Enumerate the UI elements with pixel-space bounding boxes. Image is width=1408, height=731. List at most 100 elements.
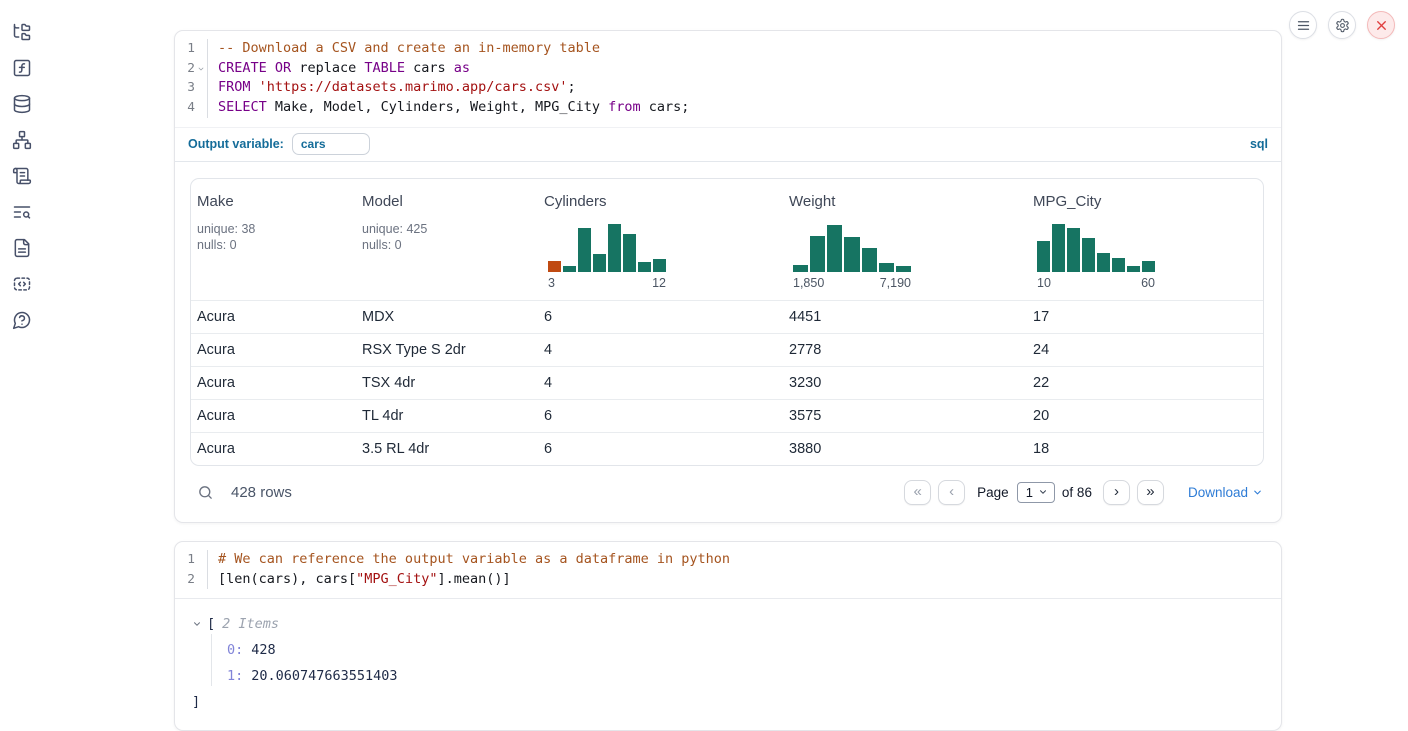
- code-line: 1-- Download a CSV and create an in-memo…: [175, 39, 1281, 59]
- settings-button[interactable]: [1328, 11, 1356, 39]
- language-badge[interactable]: sql: [1250, 137, 1268, 151]
- code-token: as: [454, 60, 470, 76]
- table-output: Make unique: 38nulls: 0 Model unique: 425nu…: [175, 162, 1281, 522]
- code-token: -- Download a CSV and create an in-memor…: [218, 40, 600, 56]
- page-label: Page: [977, 485, 1009, 500]
- histogram-bar: [1082, 238, 1095, 272]
- pagination: « ‹ Page 1 of 86 › » Download: [904, 480, 1263, 505]
- histogram-min-label: 1,850: [793, 276, 824, 290]
- shutdown-button[interactable]: [1367, 11, 1395, 39]
- table-cell: 18: [1027, 441, 1263, 457]
- code-token: 'https://datasets.marimo.app/cars.csv': [259, 79, 568, 95]
- column-header-model[interactable]: Model unique: 425nulls: 0: [356, 179, 538, 300]
- table-row[interactable]: Acura3.5 RL 4dr6388018: [191, 432, 1263, 465]
- table-row[interactable]: AcuraTSX 4dr4323022: [191, 366, 1263, 399]
- histogram-bar: [578, 228, 591, 272]
- json-tree-entry: 1:20.060747663551403: [227, 668, 1265, 684]
- histogram-bar: [1142, 261, 1155, 272]
- table-cell: 20: [1027, 408, 1263, 424]
- open-bracket: [: [207, 614, 215, 634]
- table-cell: 3230: [783, 375, 1027, 391]
- sidebar: [0, 0, 44, 330]
- code-token: cars;: [641, 99, 690, 115]
- fold-slot: [195, 78, 207, 98]
- dependency-graph-icon[interactable]: [12, 130, 32, 150]
- table-cell: Acura: [191, 441, 356, 457]
- last-page-button[interactable]: »: [1137, 480, 1164, 505]
- histogram-bar: [862, 248, 877, 272]
- code-token: replace: [291, 60, 364, 76]
- histogram-bar: [1052, 224, 1065, 272]
- table-cell: 24: [1027, 342, 1263, 358]
- column-name: Model: [362, 193, 538, 210]
- column-histogram: 1060: [1037, 222, 1155, 290]
- histogram-bar: [563, 266, 576, 272]
- table-cell: 6: [538, 408, 783, 424]
- column-name: Weight: [789, 193, 1027, 210]
- download-button[interactable]: Download: [1188, 485, 1263, 500]
- histogram-bar: [593, 254, 606, 272]
- entry-index: 0:: [227, 642, 243, 658]
- code-token: FROM: [218, 79, 251, 95]
- code-snippets-icon[interactable]: [12, 274, 32, 294]
- database-icon[interactable]: [12, 94, 32, 114]
- column-header-cylinders[interactable]: Cylinders312: [538, 179, 783, 300]
- column-stats: unique: 38nulls: 0: [197, 221, 356, 254]
- histogram-bar: [1067, 228, 1080, 272]
- collapse-icon[interactable]: [192, 619, 202, 629]
- chevrons-right-icon: »: [1146, 484, 1154, 499]
- histogram-bar: [1097, 253, 1110, 272]
- code-token: [len(cars), cars[: [218, 571, 356, 587]
- page-select[interactable]: 1: [1017, 482, 1055, 503]
- code-line: 2CREATE OR replace TABLE cars as: [175, 59, 1281, 79]
- table-cell: 6: [538, 309, 783, 325]
- data-table: Make unique: 38nulls: 0 Model unique: 425nu…: [190, 178, 1264, 466]
- table-row[interactable]: AcuraMDX6445117: [191, 300, 1263, 333]
- table-row[interactable]: AcuraTL 4dr6357520: [191, 399, 1263, 432]
- table-cell: 6: [538, 441, 783, 457]
- table-cell: 22: [1027, 375, 1263, 391]
- sql-editor[interactable]: 1-- Download a CSV and create an in-memo…: [175, 31, 1281, 127]
- column-header-make[interactable]: Make unique: 38nulls: 0: [191, 179, 356, 300]
- column-name: Make: [197, 193, 356, 210]
- gutter: 4: [175, 98, 208, 118]
- sql-cell: 1 -- Download a CSV and create an in-memo…: [174, 30, 1282, 523]
- json-tree-root: [ 2 Items: [192, 614, 1265, 634]
- code-token: [267, 60, 275, 76]
- document-icon[interactable]: [12, 238, 32, 258]
- code-text: CREATE OR replace TABLE cars as: [208, 59, 470, 79]
- search-icon[interactable]: [197, 484, 214, 501]
- histogram-max-label: 60: [1141, 276, 1155, 290]
- code-token: [251, 79, 259, 95]
- code-line: 1# We can reference the output variable …: [175, 550, 1281, 570]
- table-cell: Acura: [191, 342, 356, 358]
- column-header-weight[interactable]: Weight1,8507,190: [783, 179, 1027, 300]
- prev-page-button[interactable]: ‹: [938, 480, 965, 505]
- gutter: 2: [175, 570, 208, 590]
- row-count: 428 rows: [231, 484, 292, 501]
- output-variable-input[interactable]: [292, 133, 370, 155]
- menu-button[interactable]: [1289, 11, 1317, 39]
- log-search-icon[interactable]: [12, 202, 32, 222]
- page-total-label: of 86: [1062, 485, 1092, 500]
- table-cell: 3.5 RL 4dr: [356, 441, 538, 457]
- column-header-mpg_city[interactable]: MPG_City1060: [1027, 179, 1263, 300]
- table-row[interactable]: AcuraRSX Type S 2dr4277824: [191, 333, 1263, 366]
- close-icon: [1374, 18, 1389, 33]
- file-tree-icon[interactable]: [12, 22, 32, 42]
- page-select-value: 1: [1026, 485, 1033, 500]
- help-icon[interactable]: [12, 310, 32, 330]
- function-square-icon[interactable]: [12, 58, 32, 78]
- first-page-button[interactable]: «: [904, 480, 931, 505]
- column-stats: unique: 425nulls: 0: [362, 221, 538, 254]
- next-page-button[interactable]: ›: [1103, 480, 1130, 505]
- python-output: [ 2 Items 0:4281:20.060747663551403 ]: [175, 598, 1281, 730]
- code-token: ;: [568, 79, 576, 95]
- python-editor[interactable]: 1# We can reference the output variable …: [175, 542, 1281, 598]
- chevron-left-icon: ‹: [949, 484, 954, 499]
- code-line: 4SELECT Make, Model, Cylinders, Weight, …: [175, 98, 1281, 118]
- code-token: cars: [405, 60, 454, 76]
- code-text: SELECT Make, Model, Cylinders, Weight, M…: [208, 98, 689, 118]
- fold-icon[interactable]: [195, 59, 207, 79]
- scroll-icon[interactable]: [12, 166, 32, 186]
